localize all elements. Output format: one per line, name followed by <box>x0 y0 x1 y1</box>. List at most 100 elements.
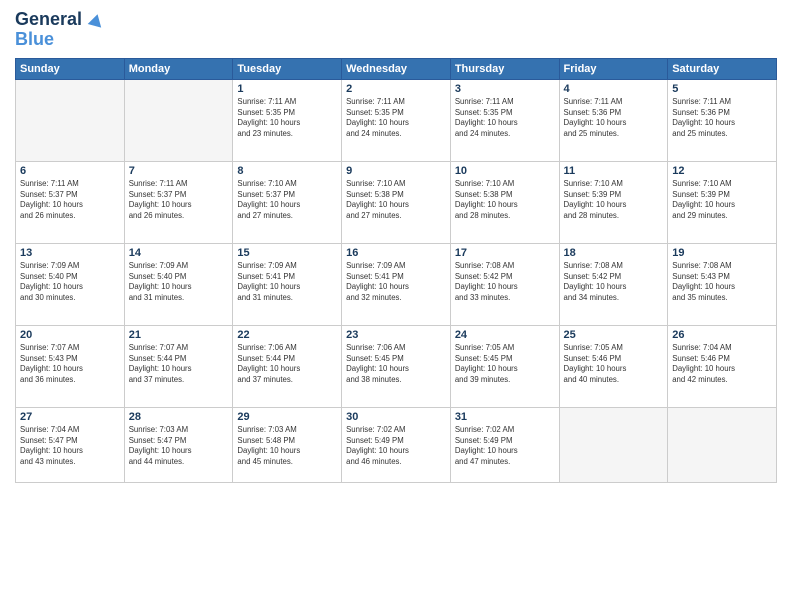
day-detail: Sunrise: 7:11 AM Sunset: 5:36 PM Dayligh… <box>564 97 664 141</box>
day-number: 5 <box>672 83 772 95</box>
day-number: 25 <box>564 329 664 341</box>
calendar-cell: 28Sunrise: 7:03 AM Sunset: 5:47 PM Dayli… <box>124 407 233 482</box>
day-detail: Sunrise: 7:10 AM Sunset: 5:38 PM Dayligh… <box>455 179 555 223</box>
calendar-cell: 14 Sunrise: 7:09 AM Sunset: 5:40 PM Dayli… <box>124 243 233 325</box>
day-detail: Sunrise: 7:06 AM Sunset: 5:44 PM Dayligh… <box>237 343 337 387</box>
col-header-monday: Monday <box>124 58 233 79</box>
calendar-cell: 18 Sunrise: 7:08 AM Sunset: 5:42 PM Dayli… <box>559 243 668 325</box>
header: General Blue <box>15 10 777 50</box>
day-detail: Sunrise: 7:04 AM Sunset: 5:47 PM Dayligh… <box>20 425 120 469</box>
day-number: 30 <box>346 411 446 423</box>
day-detail: Sunrise: 7:09 AM Sunset: 5:40 PM Dayligh… <box>20 261 120 305</box>
calendar-cell: 29 Sunrise: 7:03 AM Sunset: 5:48 PM Dayli… <box>233 407 342 482</box>
day-number: 8 <box>237 165 337 177</box>
day-number: 7 <box>129 165 229 177</box>
day-number: 11 <box>564 165 664 177</box>
calendar-cell: 8 Sunrise: 7:10 AM Sunset: 5:37 PM Daylig… <box>233 161 342 243</box>
calendar-cell: 4 Sunrise: 7:11 AM Sunset: 5:36 PM Daylig… <box>559 79 668 161</box>
calendar-cell: 1 Sunrise: 7:11 AM Sunset: 5:35 PM Daylig… <box>233 79 342 161</box>
day-detail: Sunrise: 7:08 AM Sunset: 5:42 PM Dayligh… <box>564 261 664 305</box>
day-number: 27 <box>20 411 120 423</box>
day-number: 18 <box>564 247 664 259</box>
logo-blue: Blue <box>15 30 103 50</box>
day-number: 23 <box>346 329 446 341</box>
day-detail: Sunrise: 7:09 AM Sunset: 5:41 PM Dayligh… <box>346 261 446 305</box>
calendar-cell: 15 Sunrise: 7:09 AM Sunset: 5:41 PM Dayli… <box>233 243 342 325</box>
day-number: 26 <box>672 329 772 341</box>
calendar-week-row: 20Sunrise: 7:07 AM Sunset: 5:43 PM Dayli… <box>16 325 777 407</box>
logo-text: General Blue <box>15 10 103 50</box>
day-detail: Sunrise: 7:07 AM Sunset: 5:44 PM Dayligh… <box>129 343 229 387</box>
calendar-cell: 21 Sunrise: 7:07 AM Sunset: 5:44 PM Dayli… <box>124 325 233 407</box>
calendar-cell: 22 Sunrise: 7:06 AM Sunset: 5:44 PM Dayli… <box>233 325 342 407</box>
day-number: 17 <box>455 247 555 259</box>
calendar-cell: 20Sunrise: 7:07 AM Sunset: 5:43 PM Dayli… <box>16 325 125 407</box>
day-number: 4 <box>564 83 664 95</box>
day-detail: Sunrise: 7:08 AM Sunset: 5:43 PM Dayligh… <box>672 261 772 305</box>
calendar-cell: 7 Sunrise: 7:11 AM Sunset: 5:37 PM Daylig… <box>124 161 233 243</box>
day-number: 24 <box>455 329 555 341</box>
logo-general: General <box>15 9 82 29</box>
calendar-week-row: 13 Sunrise: 7:09 AM Sunset: 5:40 PM Dayli… <box>16 243 777 325</box>
day-number: 21 <box>129 329 229 341</box>
day-detail: Sunrise: 7:10 AM Sunset: 5:38 PM Dayligh… <box>346 179 446 223</box>
calendar-cell: 12 Sunrise: 7:10 AM Sunset: 5:39 PM Dayli… <box>668 161 777 243</box>
day-detail: Sunrise: 7:11 AM Sunset: 5:35 PM Dayligh… <box>237 97 337 141</box>
calendar-week-row: 1 Sunrise: 7:11 AM Sunset: 5:35 PM Daylig… <box>16 79 777 161</box>
day-detail: Sunrise: 7:05 AM Sunset: 5:45 PM Dayligh… <box>455 343 555 387</box>
calendar-cell: 27 Sunrise: 7:04 AM Sunset: 5:47 PM Dayli… <box>16 407 125 482</box>
calendar-cell: 2 Sunrise: 7:11 AM Sunset: 5:35 PM Daylig… <box>342 79 451 161</box>
calendar-cell: 5 Sunrise: 7:11 AM Sunset: 5:36 PM Daylig… <box>668 79 777 161</box>
day-number: 3 <box>455 83 555 95</box>
calendar-cell: 16 Sunrise: 7:09 AM Sunset: 5:41 PM Dayli… <box>342 243 451 325</box>
day-number: 1 <box>237 83 337 95</box>
calendar-cell: 25 Sunrise: 7:05 AM Sunset: 5:46 PM Dayli… <box>559 325 668 407</box>
day-detail: Sunrise: 7:09 AM Sunset: 5:41 PM Dayligh… <box>237 261 337 305</box>
day-number: 29 <box>237 411 337 423</box>
day-detail: Sunrise: 7:11 AM Sunset: 5:37 PM Dayligh… <box>129 179 229 223</box>
day-number: 14 <box>129 247 229 259</box>
day-number: 31 <box>455 411 555 423</box>
day-number: 2 <box>346 83 446 95</box>
day-detail: Sunrise: 7:10 AM Sunset: 5:39 PM Dayligh… <box>564 179 664 223</box>
day-detail: Sunrise: 7:06 AM Sunset: 5:45 PM Dayligh… <box>346 343 446 387</box>
day-number: 22 <box>237 329 337 341</box>
day-number: 9 <box>346 165 446 177</box>
calendar-cell: 26 Sunrise: 7:04 AM Sunset: 5:46 PM Dayli… <box>668 325 777 407</box>
calendar-cell: 31Sunrise: 7:02 AM Sunset: 5:49 PM Dayli… <box>450 407 559 482</box>
day-number: 12 <box>672 165 772 177</box>
day-number: 15 <box>237 247 337 259</box>
day-detail: Sunrise: 7:03 AM Sunset: 5:48 PM Dayligh… <box>237 425 337 469</box>
day-detail: Sunrise: 7:05 AM Sunset: 5:46 PM Dayligh… <box>564 343 664 387</box>
calendar-week-row: 27 Sunrise: 7:04 AM Sunset: 5:47 PM Dayli… <box>16 407 777 482</box>
day-number: 13 <box>20 247 120 259</box>
day-detail: Sunrise: 7:10 AM Sunset: 5:37 PM Dayligh… <box>237 179 337 223</box>
col-header-saturday: Saturday <box>668 58 777 79</box>
day-detail: Sunrise: 7:10 AM Sunset: 5:39 PM Dayligh… <box>672 179 772 223</box>
day-detail: Sunrise: 7:07 AM Sunset: 5:43 PM Dayligh… <box>20 343 120 387</box>
day-number: 6 <box>20 165 120 177</box>
col-header-friday: Friday <box>559 58 668 79</box>
col-header-tuesday: Tuesday <box>233 58 342 79</box>
calendar-cell: 9 Sunrise: 7:10 AM Sunset: 5:38 PM Daylig… <box>342 161 451 243</box>
calendar-table: SundayMondayTuesdayWednesdayThursdayFrid… <box>15 58 777 483</box>
calendar-cell: 30 Sunrise: 7:02 AM Sunset: 5:49 PM Dayli… <box>342 407 451 482</box>
calendar-cell <box>559 407 668 482</box>
day-number: 19 <box>672 247 772 259</box>
calendar-cell: 13 Sunrise: 7:09 AM Sunset: 5:40 PM Dayli… <box>16 243 125 325</box>
calendar-cell: 11 Sunrise: 7:10 AM Sunset: 5:39 PM Dayli… <box>559 161 668 243</box>
calendar-cell: 19 Sunrise: 7:08 AM Sunset: 5:43 PM Dayli… <box>668 243 777 325</box>
calendar-cell: 17 Sunrise: 7:08 AM Sunset: 5:42 PM Dayli… <box>450 243 559 325</box>
col-header-thursday: Thursday <box>450 58 559 79</box>
day-detail: Sunrise: 7:04 AM Sunset: 5:46 PM Dayligh… <box>672 343 772 387</box>
day-detail: Sunrise: 7:11 AM Sunset: 5:36 PM Dayligh… <box>672 97 772 141</box>
calendar-cell: 23 Sunrise: 7:06 AM Sunset: 5:45 PM Dayli… <box>342 325 451 407</box>
day-number: 10 <box>455 165 555 177</box>
day-detail: Sunrise: 7:11 AM Sunset: 5:35 PM Dayligh… <box>346 97 446 141</box>
day-number: 16 <box>346 247 446 259</box>
logo: General Blue <box>15 10 103 50</box>
col-header-wednesday: Wednesday <box>342 58 451 79</box>
day-detail: Sunrise: 7:09 AM Sunset: 5:40 PM Dayligh… <box>129 261 229 305</box>
day-detail: Sunrise: 7:02 AM Sunset: 5:49 PM Dayligh… <box>346 425 446 469</box>
day-detail: Sunrise: 7:08 AM Sunset: 5:42 PM Dayligh… <box>455 261 555 305</box>
